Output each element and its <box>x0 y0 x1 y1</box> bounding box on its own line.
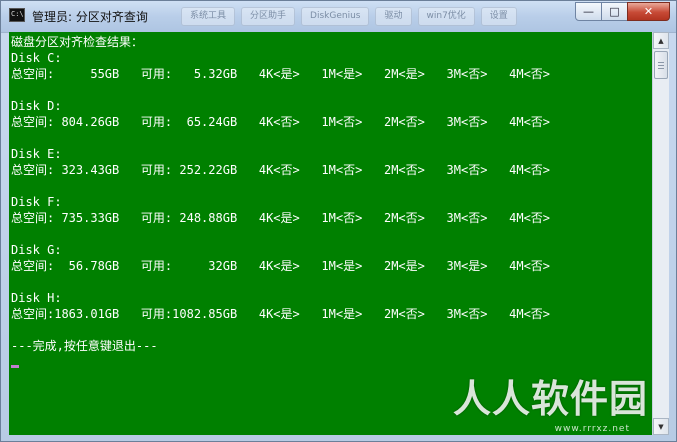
console-line: 总空间:1863.01GB 可用:1082.85GB 4K<是> 1M<是> 2… <box>11 307 551 321</box>
background-taskbar-tabs: 系统工具 分区助手 DiskGenius 驱动 win7优化 设置 <box>181 7 517 26</box>
console-line: 总空间: 804.26GB 可用: 65.24GB 4K<否> 1M<否> 2M… <box>11 115 551 129</box>
background-tab: DiskGenius <box>301 7 370 26</box>
console-line: 总空间: 55GB 可用: 5.32GB 4K<是> 1M<是> 2M<是> 3… <box>11 67 551 81</box>
chevron-down-icon: ▼ <box>658 422 664 431</box>
maximize-icon: □ <box>609 5 620 18</box>
background-tab: 系统工具 <box>181 7 236 26</box>
watermark-url: www.rrrxz.net <box>554 424 630 434</box>
minimize-button[interactable]: — <box>575 2 602 21</box>
window-controls: — □ ✕ <box>575 2 670 21</box>
vertical-scrollbar[interactable]: ▲ ▼ <box>652 32 669 435</box>
scroll-up-button[interactable]: ▲ <box>653 32 669 49</box>
console-app-icon[interactable]: C:\. <box>9 8 25 22</box>
close-icon: ✕ <box>643 5 654 18</box>
background-tab: win7优化 <box>417 7 475 26</box>
text-cursor <box>11 365 19 368</box>
console-line: 总空间: 323.43GB 可用: 252.22GB 4K<否> 1M<否> 2… <box>11 163 551 177</box>
background-tab: 驱动 <box>375 7 412 26</box>
grip-line <box>658 62 664 63</box>
console-window: C:\. 管理员: 分区对齐查询 系统工具 分区助手 DiskGenius 驱动… <box>0 0 677 442</box>
maximize-button[interactable]: □ <box>601 2 628 21</box>
window-title: 管理员: 分区对齐查询 <box>32 10 148 24</box>
console-line: ---完成,按任意键退出--- <box>11 339 158 353</box>
console-output[interactable]: 磁盘分区对齐检查结果： Disk C: 总空间: 55GB 可用: 5.32GB… <box>9 32 652 435</box>
scroll-down-button[interactable]: ▼ <box>653 418 669 435</box>
console-line: Disk C: <box>11 51 62 65</box>
console-line: Disk D: <box>11 99 62 113</box>
console-line: Disk F: <box>11 195 62 209</box>
watermark-logo: 人人软件园 <box>452 377 648 421</box>
scrollbar-thumb[interactable] <box>654 51 668 79</box>
console-line: 总空间: 735.33GB 可用: 248.88GB 4K<是> 1M<否> 2… <box>11 211 551 225</box>
background-tab: 分区助手 <box>241 7 296 26</box>
close-button[interactable]: ✕ <box>627 2 670 21</box>
chevron-up-icon: ▲ <box>658 36 664 45</box>
grip-line <box>658 65 664 66</box>
console-line: Disk G: <box>11 243 62 257</box>
console-line: 磁盘分区对齐检查结果： <box>11 35 144 49</box>
title-bar[interactable]: C:\. 管理员: 分区对齐查询 系统工具 分区助手 DiskGenius 驱动… <box>1 1 676 33</box>
background-tab: 设置 <box>480 7 517 26</box>
console-line: Disk H: <box>11 291 62 305</box>
minimize-icon: — <box>583 5 594 18</box>
grip-line <box>658 68 664 69</box>
console-line: 总空间: 56.78GB 可用: 32GB 4K<是> 1M<是> 2M<是> … <box>11 259 551 273</box>
console-line: Disk E: <box>11 147 62 161</box>
